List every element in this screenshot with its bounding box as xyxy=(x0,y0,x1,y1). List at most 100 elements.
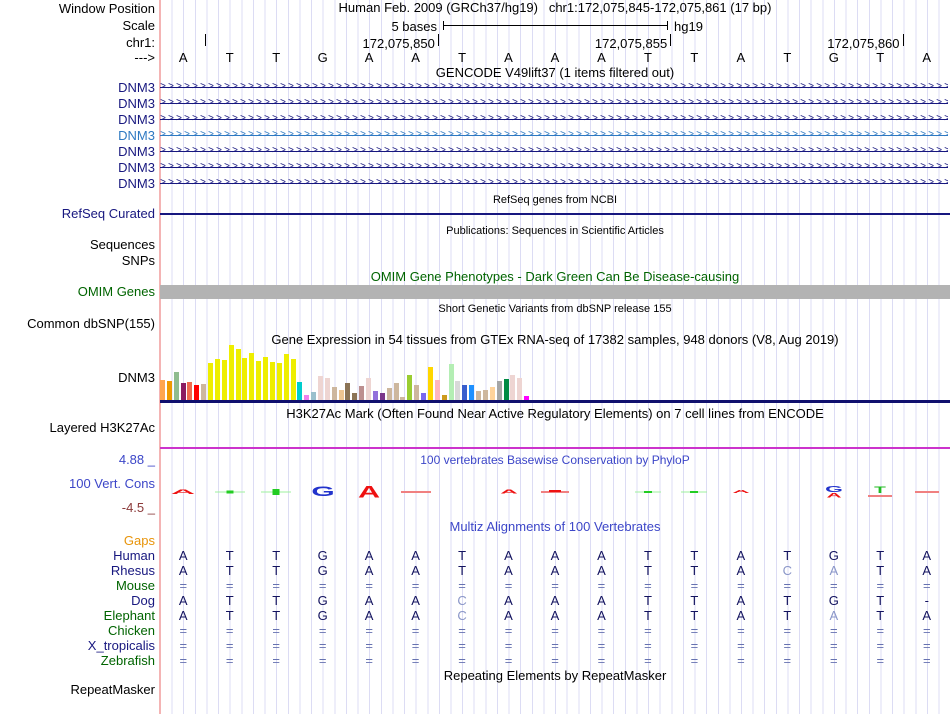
gtex-tissue-bar[interactable] xyxy=(427,367,433,400)
gtex-tissue-bar[interactable] xyxy=(208,363,214,400)
gtex-tissue-bar[interactable] xyxy=(469,385,475,400)
track-label-omim-genes[interactable]: OMIM Genes xyxy=(0,285,155,299)
gtex-tissue-bar[interactable] xyxy=(393,383,399,400)
transcript-arrow-row[interactable]: >>>>>>>>>>>>>>>>>>>>>>>>>>>>>>>>>>>>>>>>… xyxy=(160,129,948,142)
gtex-tissue-bar[interactable] xyxy=(166,381,172,400)
alignment-base: T xyxy=(458,563,467,578)
gtex-tissue-bar[interactable] xyxy=(297,382,303,400)
species-label[interactable]: Elephant xyxy=(0,609,155,623)
gtex-tissue-bar[interactable] xyxy=(379,393,385,400)
track-label-sequences[interactable]: Sequences xyxy=(0,238,155,252)
gene-label[interactable]: DNM3 xyxy=(0,113,155,127)
gtex-tissue-bar[interactable] xyxy=(414,385,420,400)
gtex-tissue-bar[interactable] xyxy=(352,393,358,400)
alignment-base: A xyxy=(736,548,746,563)
gtex-tissue-bar[interactable] xyxy=(448,364,454,400)
alignment-base: A xyxy=(829,608,839,623)
species-label[interactable]: Rhesus xyxy=(0,564,155,578)
transcript-arrow-row[interactable]: >>>>>>>>>>>>>>>>>>>>>>>>>>>>>>>>>>>>>>>>… xyxy=(160,161,948,174)
gtex-tissue-bar[interactable] xyxy=(407,375,413,400)
gtex-tissue-bar[interactable] xyxy=(173,372,179,400)
gtex-tissue-bar[interactable] xyxy=(324,378,330,400)
gtex-tissue-bar[interactable] xyxy=(386,388,392,400)
gtex-tissue-bar[interactable] xyxy=(421,393,427,400)
gene-label[interactable]: DNM3 xyxy=(0,161,155,175)
species-label[interactable]: Human xyxy=(0,549,155,563)
ruler-tick xyxy=(437,34,439,46)
gtex-tissue-bar[interactable] xyxy=(510,375,516,400)
track-label-repeatmasker[interactable]: RepeatMasker xyxy=(0,683,155,697)
gtex-tissue-bar[interactable] xyxy=(311,392,317,400)
track-label-gtex-gene[interactable]: DNM3 xyxy=(0,371,155,385)
gtex-tissue-bar[interactable] xyxy=(366,378,372,400)
gtex-tissue-bar[interactable] xyxy=(489,387,495,400)
alignment-base: T xyxy=(225,608,234,623)
gtex-tissue-bar[interactable] xyxy=(331,387,337,400)
gtex-tissue-bar[interactable] xyxy=(201,384,207,400)
transcript-arrow-row[interactable]: >>>>>>>>>>>>>>>>>>>>>>>>>>>>>>>>>>>>>>>>… xyxy=(160,97,948,110)
alignment-base: A xyxy=(597,593,606,608)
cons-base-column xyxy=(625,480,671,504)
gene-label[interactable]: DNM3 xyxy=(0,145,155,159)
track-label-refseq-curated[interactable]: RefSeq Curated xyxy=(0,207,155,221)
gene-label[interactable]: DNM3 xyxy=(0,81,155,95)
gtex-tissue-bar[interactable] xyxy=(482,390,488,400)
transcript-arrow-row[interactable]: >>>>>>>>>>>>>>>>>>>>>>>>>>>>>>>>>>>>>>>>… xyxy=(160,113,948,126)
track-label-layered-h3k27ac[interactable]: Layered H3K27Ac xyxy=(0,421,155,435)
gtex-tissue-bar[interactable] xyxy=(290,359,296,400)
gtex-tissue-bar[interactable] xyxy=(345,383,351,400)
transcript-arrow-row[interactable]: >>>>>>>>>>>>>>>>>>>>>>>>>>>>>>>>>>>>>>>>… xyxy=(160,145,948,158)
species-label[interactable]: Mouse xyxy=(0,579,155,593)
refseq-gene-line[interactable] xyxy=(160,213,950,215)
gtex-tissue-bar[interactable] xyxy=(476,391,482,400)
transcript-arrow-row[interactable]: >>>>>>>>>>>>>>>>>>>>>>>>>>>>>>>>>>>>>>>>… xyxy=(160,177,948,190)
cons-base-column xyxy=(532,480,578,504)
gtex-tissue-bar[interactable] xyxy=(160,380,165,400)
species-label[interactable]: Dog xyxy=(0,594,155,608)
species-label[interactable]: X_tropicalis xyxy=(0,639,155,653)
gtex-tissue-bar[interactable] xyxy=(194,385,200,400)
gtex-tissue-bar[interactable] xyxy=(263,357,269,400)
alignment-base: T xyxy=(783,608,792,623)
species-label[interactable]: Chicken xyxy=(0,624,155,638)
scale-label: Scale xyxy=(122,18,155,33)
track-label-100-vert-cons[interactable]: 100 Vert. Cons xyxy=(0,477,155,491)
gtex-tissue-bar[interactable] xyxy=(434,380,440,400)
gtex-tissue-bar[interactable] xyxy=(221,360,227,400)
gtex-tissue-bar[interactable] xyxy=(496,381,502,400)
species-label[interactable]: Zebrafish xyxy=(0,654,155,668)
gtex-tissue-bar[interactable] xyxy=(462,385,468,400)
gtex-tissue-bar[interactable] xyxy=(249,353,255,400)
gene-label[interactable]: DNM3 xyxy=(0,97,155,111)
gtex-tissue-bar[interactable] xyxy=(235,349,241,400)
track-label-gaps[interactable]: Gaps xyxy=(0,534,155,548)
gtex-tissue-bar[interactable] xyxy=(359,386,365,400)
gtex-tissue-bar[interactable] xyxy=(372,391,378,400)
gene-label[interactable]: DNM3 xyxy=(0,177,155,191)
gtex-tissue-bar[interactable] xyxy=(228,345,234,400)
gtex-tissue-bar[interactable] xyxy=(503,379,509,400)
transcript-arrow-row[interactable]: >>>>>>>>>>>>>>>>>>>>>>>>>>>>>>>>>>>>>>>>… xyxy=(160,81,948,94)
gtex-tissue-bar[interactable] xyxy=(187,382,193,400)
gtex-tissue-bar[interactable] xyxy=(276,363,282,400)
gtex-tissue-bar[interactable] xyxy=(269,362,275,400)
gtex-tissue-bar[interactable] xyxy=(517,378,523,400)
gtex-tissue-bar[interactable] xyxy=(455,381,461,400)
gtex-tissue-bar[interactable] xyxy=(214,359,220,400)
alignment-base: T xyxy=(876,608,885,623)
omim-gene-bar[interactable] xyxy=(160,285,950,299)
track-label-common-dbsnp[interactable]: Common dbSNP(155) xyxy=(0,317,155,331)
track-label-snps[interactable]: SNPs xyxy=(0,254,155,268)
gtex-tissue-bar[interactable] xyxy=(338,390,344,400)
gtex-tissue-bar[interactable] xyxy=(318,376,323,400)
gene-label[interactable]: DNM3 xyxy=(0,129,155,143)
dbsnp-title: Short Genetic Variants from dbSNP releas… xyxy=(438,303,672,315)
gtex-tissue-bar[interactable] xyxy=(242,358,248,400)
gtex-tissue-bar[interactable] xyxy=(256,361,262,400)
gtex-tissue-bar[interactable] xyxy=(283,354,289,400)
chrom-label: chr1: xyxy=(126,35,155,50)
cons-base-column xyxy=(904,480,950,504)
ruler-coordinate: 172,075,860 xyxy=(827,36,900,51)
gtex-tissue-bar[interactable] xyxy=(180,383,186,400)
gtex-gene-model-line[interactable] xyxy=(160,400,950,403)
